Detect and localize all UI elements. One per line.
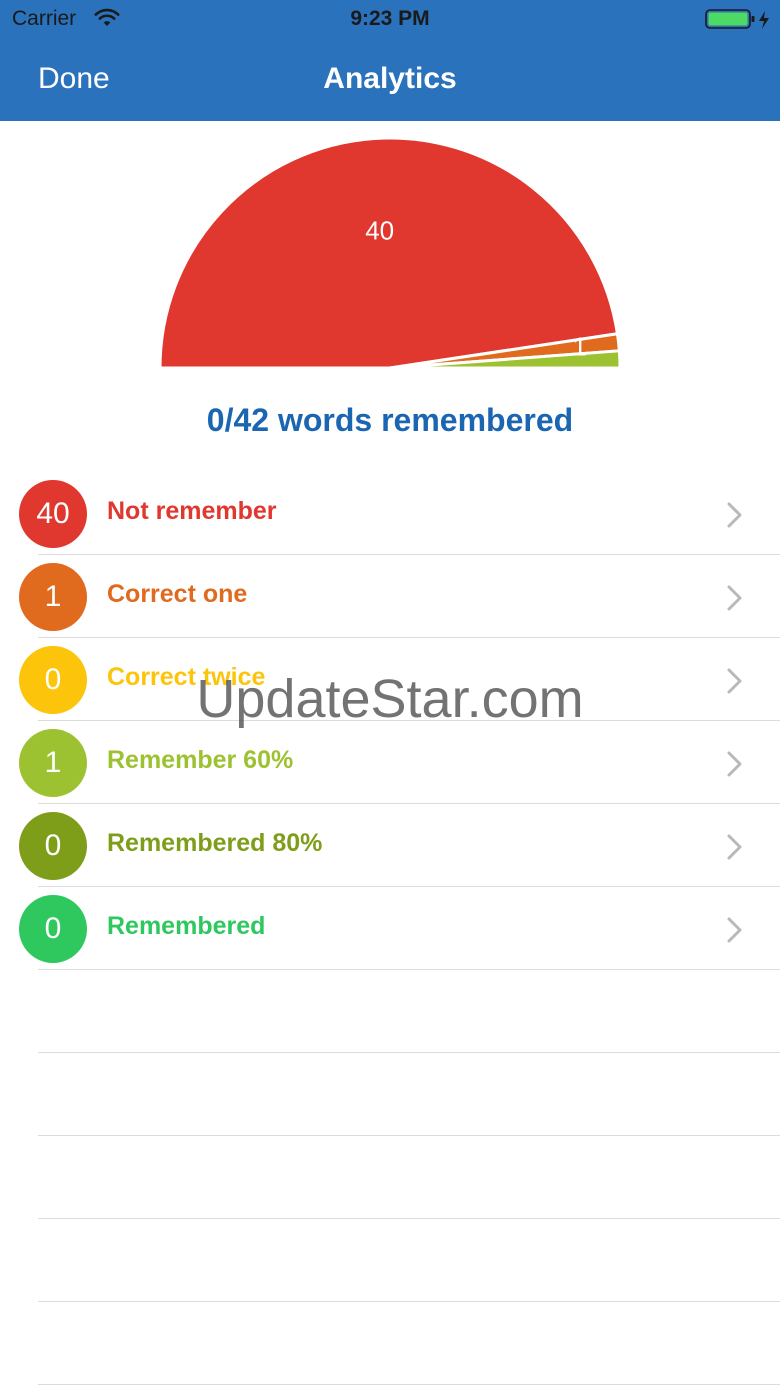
list-item[interactable]: 0 Correct twice xyxy=(0,638,780,721)
list-item[interactable]: 40 Not remember xyxy=(0,472,780,555)
chevron-right-icon xyxy=(726,501,744,534)
pie-data-label: 1 xyxy=(572,332,586,362)
summary-text: 0/42 words remembered xyxy=(206,402,574,438)
battery-full-charging-icon xyxy=(705,9,773,37)
top-bar: Carrier 9:23 PM Done Analytics xyxy=(0,0,780,121)
page-title: Analytics xyxy=(323,62,457,95)
status-bar: Carrier 9:23 PM xyxy=(0,0,780,40)
semicircle-pie-chart: 40 1 xyxy=(158,136,622,370)
list-item[interactable]: 0 Remembered 80% xyxy=(0,804,780,887)
category-label: Correct one xyxy=(107,580,248,608)
chevron-right-icon xyxy=(726,916,744,949)
chevron-right-icon xyxy=(726,667,744,700)
list-item[interactable]: 1 Correct one xyxy=(0,555,780,638)
empty-row-separator xyxy=(38,1301,780,1302)
category-label: Remembered 80% xyxy=(107,829,323,857)
pie-data-label: 40 xyxy=(365,215,394,245)
count-badge: 0 xyxy=(19,812,87,880)
list-item[interactable]: 1 Remember 60% xyxy=(0,721,780,804)
empty-row-separator xyxy=(38,1135,780,1136)
count-badge: 0 xyxy=(19,646,87,714)
empty-row-separator xyxy=(38,1384,780,1385)
pie-slice xyxy=(158,136,620,370)
category-label: Correct twice xyxy=(107,663,266,691)
count-badge: 1 xyxy=(19,563,87,631)
category-label: Remember 60% xyxy=(107,746,294,774)
empty-row-separator xyxy=(38,1218,780,1219)
list-item[interactable]: 0 Remembered xyxy=(0,887,780,970)
count-badge: 40 xyxy=(19,480,87,548)
count-badge: 0 xyxy=(19,895,87,963)
navigation-bar: Done Analytics xyxy=(0,40,780,121)
count-badge: 1 xyxy=(19,729,87,797)
category-label: Remembered xyxy=(107,912,266,940)
status-time: 9:23 PM xyxy=(350,7,430,30)
chevron-right-icon xyxy=(726,833,744,866)
empty-row-separator xyxy=(38,1052,780,1053)
chevron-right-icon xyxy=(726,584,744,617)
category-list: 40 Not remember 1 Correct one 0 Correct twice… xyxy=(0,472,780,1385)
category-label: Not remember xyxy=(107,497,277,525)
chevron-right-icon xyxy=(726,750,744,783)
